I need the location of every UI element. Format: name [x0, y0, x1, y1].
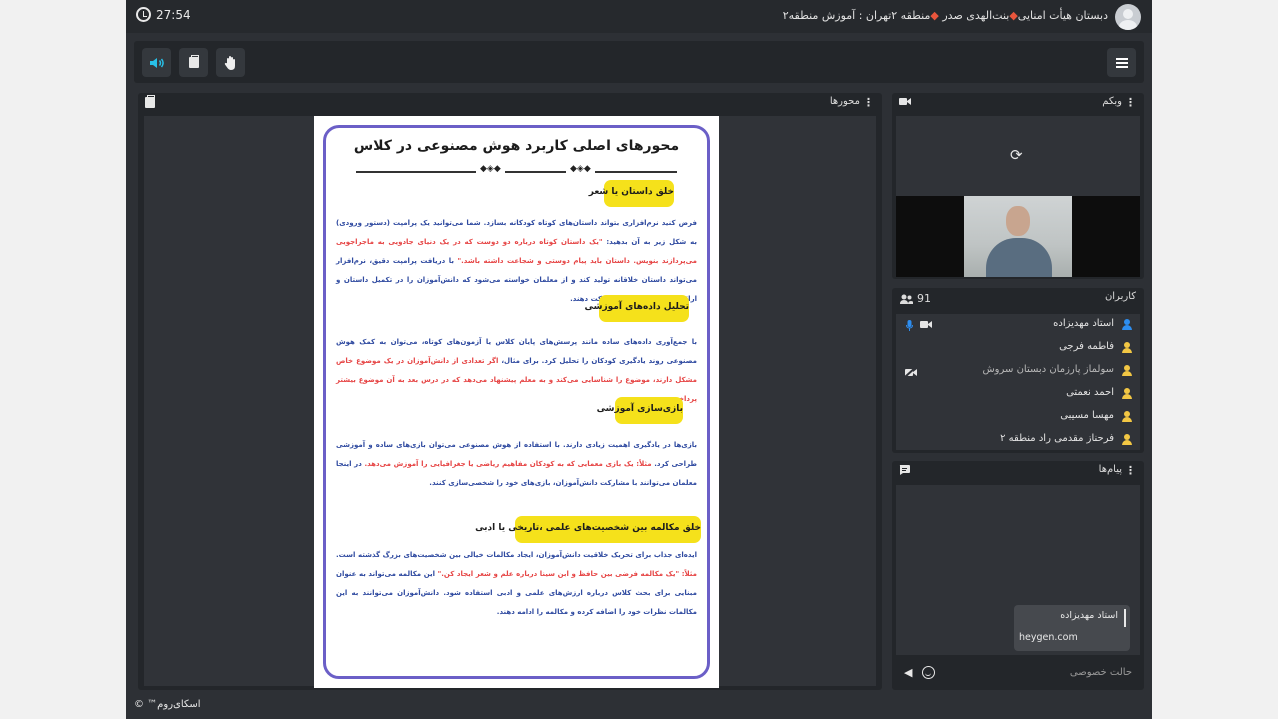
users-group-icon — [900, 294, 913, 304]
user-row[interactable]: فاطمه فرجی — [896, 337, 1140, 360]
user-icon — [1122, 388, 1132, 399]
webcam-video — [964, 196, 1072, 277]
paragraph-example: مثلاً: یک بازی معمایی که به کودکان مفاهی… — [364, 460, 652, 468]
kebab-menu-icon[interactable]: ⋮ — [1125, 96, 1136, 109]
chat-messages: استاد مهدیزاده heygen.com — [896, 485, 1140, 655]
toolbar — [134, 41, 1144, 83]
user-name: فاطمه فرجی — [1059, 341, 1114, 352]
top-bar: 27:54 دبستان هیأت امنایی◆بنت‌الهدی صدر ◆… — [126, 0, 1152, 33]
user-icon — [1122, 342, 1132, 353]
users-count-value: 91 — [917, 292, 931, 305]
chat-input-bar: حالت خصوصی ◀ — [896, 663, 1140, 685]
section-body: بازی‌ها در یادگیری اهمیت زیادی دارند. با… — [336, 436, 697, 493]
section-heading: بازی‌سازی آموزشی — [597, 397, 683, 424]
room-title-part-2: بنت‌الهدی صدر — [942, 9, 1010, 22]
message-accent-line — [1124, 609, 1126, 627]
presentation-stage: محورهای اصلی کاربرد هوش مصنوعی در کلاس خ… — [144, 116, 876, 688]
emoji-icon[interactable] — [922, 666, 935, 679]
user-name: سولماز پارزمان دبستان سروش — [982, 364, 1114, 375]
documents-button[interactable] — [179, 48, 208, 77]
speaker-icon — [149, 57, 164, 68]
paragraph-example: مثلاً: "یک مکالمه فرضی بین حافظ و ابن سی… — [437, 570, 698, 578]
chat-bubble-icon[interactable] — [899, 465, 910, 475]
presentation-title: محورها — [829, 96, 860, 107]
kebab-menu-icon[interactable]: ⋮ — [1125, 464, 1136, 477]
app-window: 27:54 دبستان هیأت امنایی◆بنت‌الهدی صدر ◆… — [126, 0, 1152, 719]
diamond-icon: ◆ — [930, 9, 939, 22]
webcam-header: وبکم ⋮ — [892, 93, 1144, 113]
user-name: مهسا مسیبی — [1060, 410, 1114, 421]
send-icon[interactable]: ◀ — [904, 666, 912, 679]
camera-icon[interactable] — [920, 320, 932, 329]
camera-icon[interactable] — [899, 97, 911, 106]
kebab-menu-icon[interactable]: ⋮ — [863, 96, 874, 109]
ornament-divider — [356, 164, 677, 174]
user-name: فرحناز مقدمی راد منطقه ۲ — [1000, 433, 1114, 444]
raise-hand-button[interactable] — [216, 48, 245, 77]
user-icon — [1122, 365, 1132, 376]
room-title-part-1: دبستان هیأت امنایی — [1017, 9, 1108, 22]
speaker-head — [1006, 206, 1030, 236]
users-panel: کاربران 91 استاد مهدیزاده فاطمه فرجی سول… — [892, 288, 1144, 453]
documents-icon[interactable] — [145, 95, 155, 108]
chat-message: استاد مهدیزاده heygen.com — [1014, 605, 1130, 651]
user-row[interactable]: احمد نعمتی — [896, 383, 1140, 406]
chat-title: پیام‌ها — [1098, 464, 1122, 475]
slide-title: محورهای اصلی کاربرد هوش مصنوعی در کلاس — [353, 138, 680, 154]
section-heading: خلق مکالمه بین شخصیت‌های علمی ،تاریخی یا… — [475, 516, 701, 543]
users-list: استاد مهدیزاده فاطمه فرجی سولماز پارزمان… — [896, 314, 1140, 450]
message-sender: استاد مهدیزاده — [1060, 610, 1118, 621]
main-menu-button[interactable] — [1107, 48, 1136, 77]
slide: محورهای اصلی کاربرد هوش مصنوعی در کلاس خ… — [314, 116, 719, 688]
user-icon — [1122, 434, 1132, 445]
user-row[interactable]: استاد مهدیزاده — [896, 314, 1140, 337]
message-text: heygen.com — [1019, 632, 1078, 643]
speaker-button[interactable] — [142, 48, 171, 77]
presentation-header: محورها ⋮ — [138, 93, 882, 113]
presentation-panel: محورها ⋮ محورهای اصلی کاربرد هوش مصنوعی … — [138, 93, 882, 690]
user-row[interactable]: سولماز پارزمان دبستان سروش — [896, 360, 1140, 383]
chat-input[interactable]: حالت خصوصی — [1070, 667, 1132, 678]
muted-camera-icon[interactable] — [904, 366, 917, 378]
session-timer: 27:54 — [136, 7, 191, 22]
clock-icon — [136, 7, 151, 22]
user-row[interactable]: فرحناز مقدمی راد منطقه ۲ — [896, 429, 1140, 452]
avatar[interactable] — [1115, 4, 1141, 30]
user-row[interactable]: مهسا مسیبی — [896, 406, 1140, 429]
diamond-icon: ◆ — [1009, 9, 1018, 22]
section-heading: تحلیل داده‌های آموزشی — [585, 295, 689, 322]
user-name: استاد مهدیزاده — [1053, 318, 1114, 329]
user-icon — [1122, 411, 1132, 422]
timer-value: 27:54 — [156, 7, 191, 22]
rotate-camera-icon[interactable]: ⟳ — [1010, 146, 1023, 164]
speaker-body — [986, 238, 1052, 277]
room-title-part-3: منطقه ۲تهران : آموزش منطقه۲ — [782, 9, 931, 22]
webcam-title: وبکم — [1102, 96, 1122, 107]
microphone-icon[interactable] — [906, 320, 913, 331]
section-body: ایده‌ای جذاب برای تحریک خلاقیت دانش‌آموز… — [336, 546, 697, 622]
user-name: احمد نعمتی — [1066, 387, 1114, 398]
hamburger-menu-icon — [1115, 57, 1128, 68]
raise-hand-icon — [224, 55, 235, 70]
users-header: کاربران 91 — [892, 288, 1144, 308]
chat-panel: پیام‌ها ⋮ استاد مهدیزاده heygen.com حالت… — [892, 461, 1144, 690]
room-title: دبستان هیأت امنایی◆بنت‌الهدی صدر ◆منطقه … — [783, 9, 1108, 22]
users-count: 91 — [900, 292, 931, 305]
webcam-panel: وبکم ⋮ ⟳ — [892, 93, 1144, 279]
webcam-area: ⟳ — [896, 116, 1140, 277]
documents-icon — [188, 55, 199, 68]
section-heading: خلق داستان یا شعر — [589, 180, 674, 207]
paragraph-text: ایده‌ای جذاب برای تحریک خلاقیت دانش‌آموز… — [336, 551, 697, 559]
chat-header: پیام‌ها ⋮ — [892, 461, 1144, 481]
user-icon — [1122, 319, 1132, 330]
footer-brand: اسکای‌روم™ © — [134, 699, 201, 710]
users-title: کاربران — [1104, 291, 1136, 302]
